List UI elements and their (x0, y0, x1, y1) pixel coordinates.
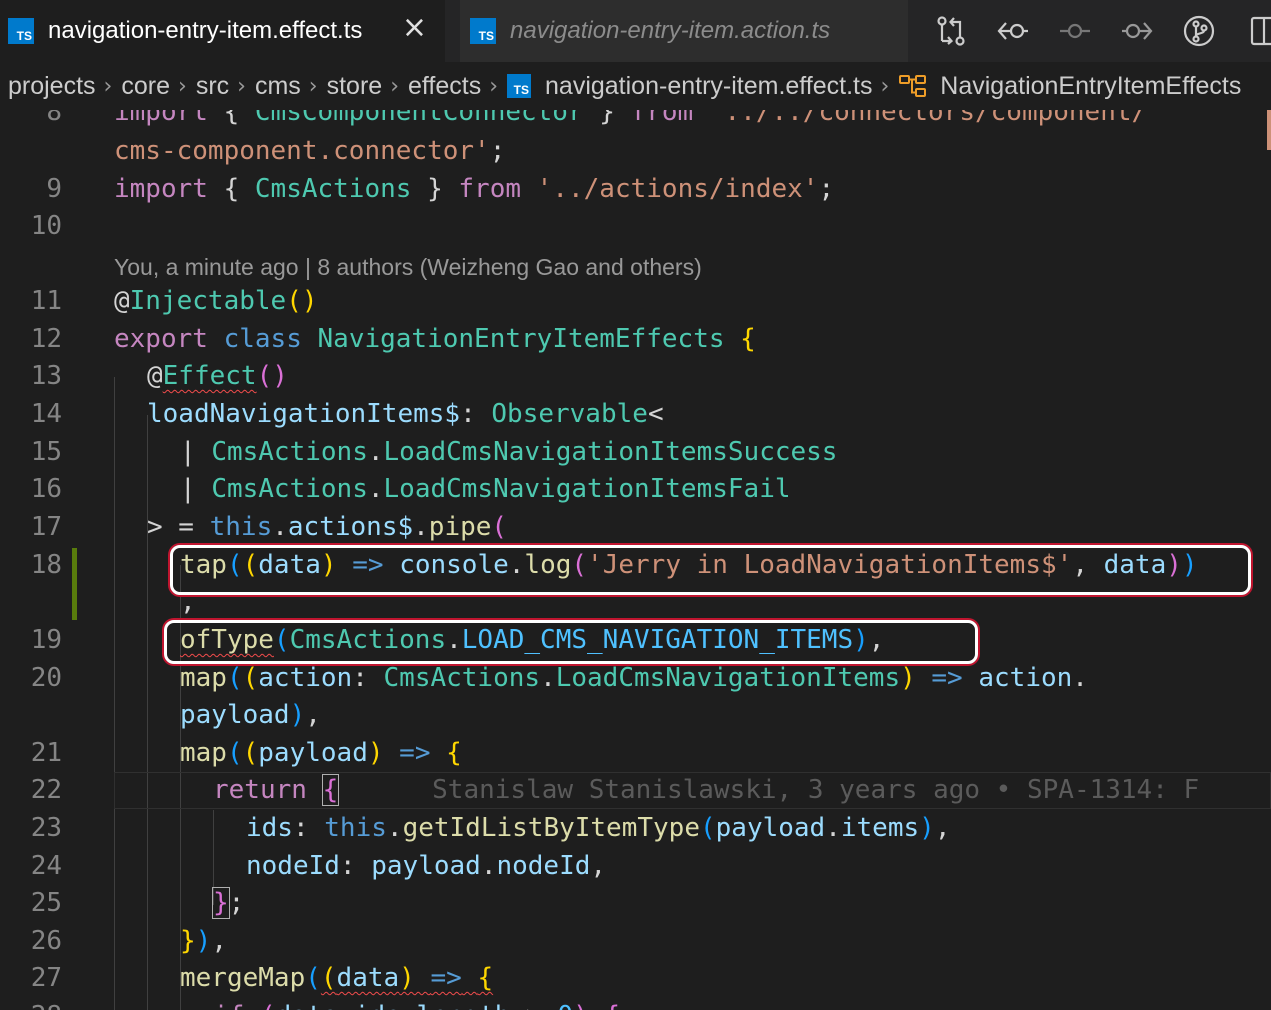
line-number: 12 (30, 324, 62, 354)
breadcrumb-src[interactable]: src (196, 72, 229, 101)
breadcrumb-store[interactable]: store (327, 72, 383, 101)
breadcrumb-file[interactable]: navigation-entry-item.effect.ts (545, 72, 872, 101)
code-line-19: ofType(CmsActions.LOAD_CMS_NAVIGATION_IT… (180, 625, 885, 655)
code-line-18: tap((data) => console.log('Jerry in Load… (180, 550, 1198, 580)
breadcrumb-projects[interactable]: projects (8, 72, 96, 101)
typescript-file-icon: TS (470, 18, 496, 44)
code-line-8: import { CmsComponentConnector } from '.… (114, 110, 1148, 127)
code-line-26: }), (180, 926, 227, 956)
line-number: 22 (30, 775, 62, 805)
code-line-13: @Effect() (147, 361, 288, 391)
code-line-25: }; (212, 887, 245, 919)
line-number: 10 (30, 211, 62, 241)
code-line-9: import { CmsActions } from '../actions/i… (114, 174, 835, 204)
line-number: 16 (30, 474, 62, 504)
chevron-right-icon: › (237, 73, 246, 99)
line-number: 8 (46, 110, 62, 127)
indent-guide (147, 415, 148, 1010)
line-number: 27 (30, 963, 62, 993)
git-modified-marker (72, 548, 77, 620)
line-number: 24 (30, 851, 62, 881)
git-graph-icon[interactable] (1168, 9, 1230, 53)
typescript-file-icon: TS (8, 18, 34, 44)
line-number: 17 (30, 512, 62, 542)
breadcrumb-effects[interactable]: effects (408, 72, 481, 101)
typescript-file-icon: TS (507, 74, 532, 98)
editor-actions (920, 0, 1271, 62)
tab-bar: TS navigation-entry-item.effect.ts × TS … (0, 0, 1271, 62)
code-line-12: export class NavigationEntryItemEffects … (114, 324, 756, 354)
code-line-27: mergeMap((data) => { (180, 963, 494, 993)
inline-blame: Stanislaw Stanislawski, 3 years ago • SP… (432, 775, 1200, 805)
line-number: 11 (30, 286, 62, 316)
line-number: 23 (30, 813, 62, 843)
overview-ruler-marker (1267, 110, 1271, 150)
code-line-17: > = this.actions$.pipe( (147, 512, 508, 542)
code-line-18-wrap: , (180, 587, 196, 617)
class-symbol-icon (898, 73, 928, 99)
go-back-icon[interactable] (982, 9, 1044, 53)
code-line-15: | CmsActions.LoadCmsNavigationItemsSucce… (180, 437, 838, 467)
open-changes-icon[interactable] (920, 9, 982, 53)
split-editor-icon[interactable] (1230, 9, 1271, 53)
chevron-right-icon: › (178, 73, 187, 99)
line-number: 9 (46, 174, 62, 204)
breadcrumb: projects › core › src › cms › store › ef… (0, 62, 1271, 110)
chevron-right-icon: › (103, 73, 113, 99)
code-line-11: @Injectable() (114, 286, 318, 316)
tab-title: navigation-entry-item.effect.ts (48, 17, 363, 44)
code-line-23: ids: this.getIdListByItemType(payload.it… (246, 813, 951, 843)
code-line-20: map((action: CmsActions.LoadCmsNavigatio… (180, 663, 1088, 693)
code-line-21: map((payload) => { (180, 738, 462, 768)
line-number: 21 (30, 738, 62, 768)
breadcrumb-core[interactable]: core (121, 72, 170, 101)
go-forward-icon[interactable] (1106, 9, 1168, 53)
line-number: 19 (30, 625, 62, 655)
line-number: 14 (30, 399, 62, 429)
code-editor[interactable]: 8 9 10 11 12 13 14 15 16 17 18 19 20 21 … (0, 110, 1271, 1010)
codelens-authors[interactable]: You, a minute ago | 8 authors (Weizheng … (114, 249, 702, 286)
code-line-22: return { Stanislaw Stanislawski, 3 years… (213, 774, 1200, 806)
line-number: 25 (30, 888, 62, 918)
line-number: 18 (30, 550, 62, 580)
chevron-right-icon: › (880, 73, 890, 99)
breadcrumb-cms[interactable]: cms (255, 72, 301, 101)
line-number: 15 (30, 437, 62, 467)
git-commit-icon[interactable] (1044, 9, 1106, 53)
tab-action-file[interactable]: TS navigation-entry-item.action.ts (460, 0, 908, 62)
indent-guide (114, 377, 115, 1010)
code-line-14: loadNavigationItems$: Observable< (147, 399, 664, 429)
chevron-right-icon: › (390, 73, 399, 99)
breadcrumb-class[interactable]: NavigationEntryItemEffects (940, 72, 1241, 101)
code-line-28: if (data.ids.length > 0) { (213, 998, 620, 1010)
line-number: 26 (30, 926, 62, 956)
line-number: 13 (30, 361, 62, 391)
chevron-right-icon: › (308, 73, 318, 99)
code-line-24: nodeId: payload.nodeId, (246, 851, 607, 881)
code-line-20-wrap: payload), (180, 700, 321, 730)
tab-effect-file[interactable]: TS navigation-entry-item.effect.ts × (0, 0, 445, 62)
close-icon[interactable]: × (402, 12, 427, 44)
tab-title: navigation-entry-item.action.ts (510, 17, 831, 44)
line-number: 20 (30, 663, 62, 693)
code-line-8-wrap: cms-component.connector'; (114, 136, 506, 166)
line-number: 28 (0, 998, 62, 1010)
code-line-16: | CmsActions.LoadCmsNavigationItemsFail (180, 474, 791, 504)
chevron-right-icon: › (489, 73, 499, 99)
